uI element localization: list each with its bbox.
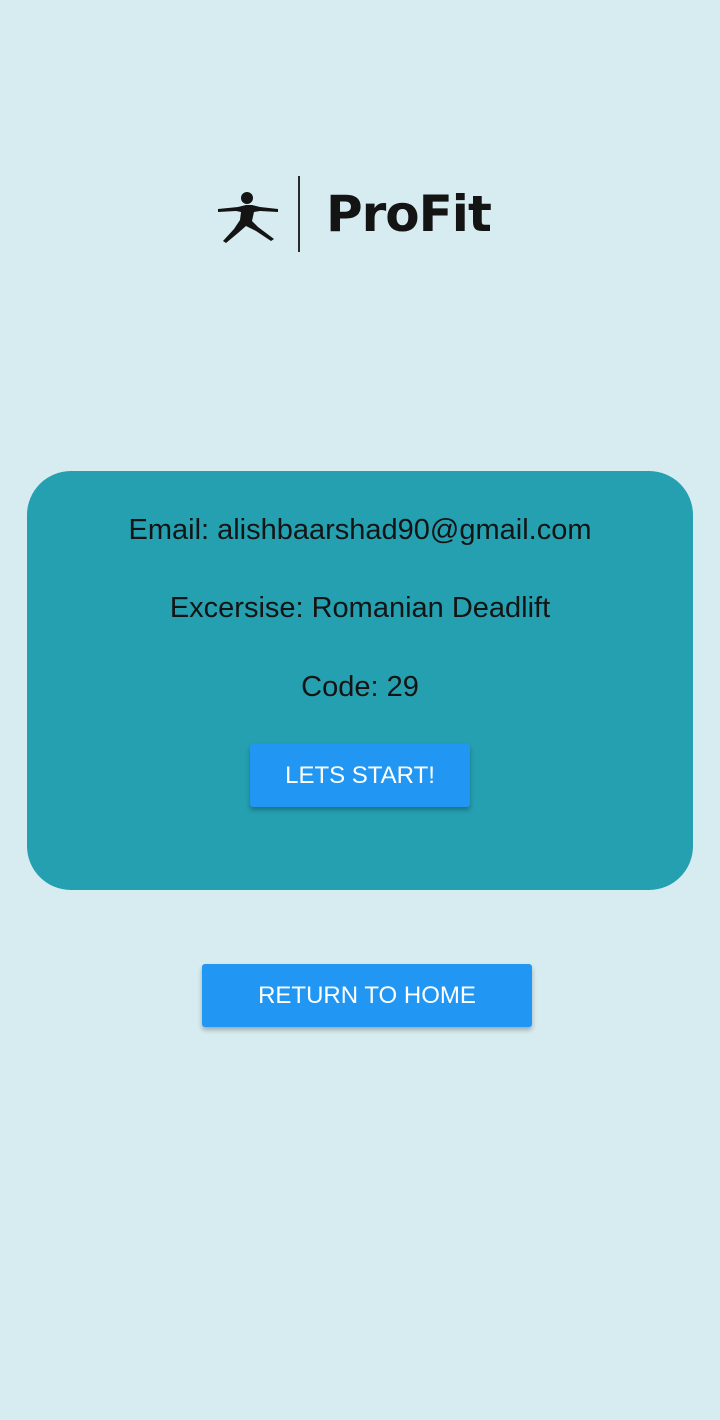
app-name: ProFit [326, 185, 492, 243]
exercise-value: Romanian Deadlift [311, 592, 551, 624]
code-label: Code: [301, 671, 379, 703]
email-value: alishbaarshad90@gmail.com [217, 514, 592, 546]
lets-start-button[interactable]: LETS START! [250, 744, 470, 807]
exercise-label: Excersise: [169, 592, 304, 624]
exercise-row: Excersise: Romanian Deadlift [27, 588, 693, 628]
app-logo: ProFit [216, 176, 492, 252]
email-label: Email: [128, 514, 210, 546]
email-row: Email: alishbaarshad90@gmail.com [27, 510, 693, 550]
code-value: 29 [386, 671, 419, 703]
yoga-warrior-pose-icon [218, 192, 278, 243]
return-to-home-button[interactable]: RETURN TO HOME [202, 964, 532, 1027]
logo-divider [298, 176, 300, 252]
session-info-card: Email: alishbaarshad90@gmail.com Excersis… [27, 471, 693, 890]
code-row: Code: 29 [27, 667, 693, 707]
